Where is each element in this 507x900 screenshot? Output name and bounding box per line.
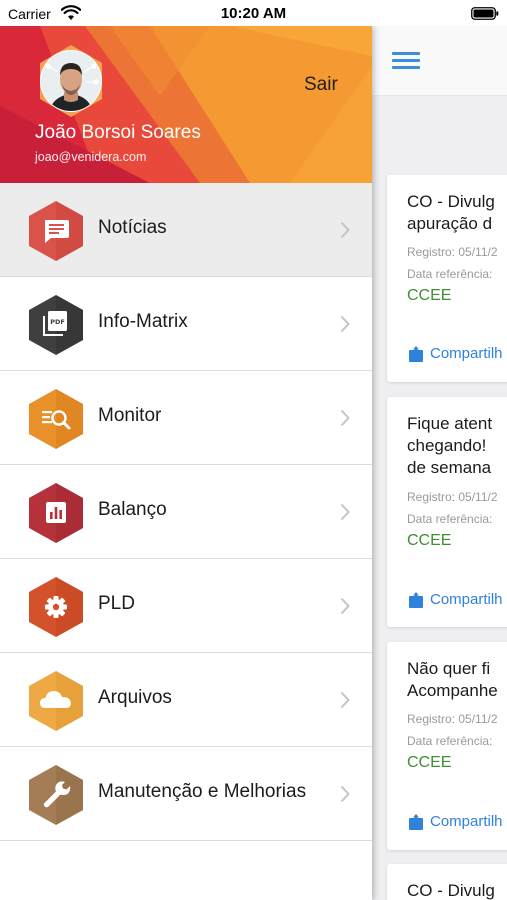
news-feed-panel: CO - Divulg apuração d Registro: 05/11/2… (372, 26, 507, 900)
chevron-right-icon (340, 315, 350, 333)
avatar (40, 45, 102, 117)
logout-button[interactable]: Sair (304, 74, 338, 96)
chevron-right-icon (340, 409, 350, 427)
drawer-menu: Notícias PDF Info-Matrix Monitor Balanço… (0, 183, 372, 841)
news-card-source: CCEE (407, 754, 452, 771)
news-card-registro: Registro: 05/11/2 (407, 712, 498, 726)
chevron-right-icon (340, 221, 350, 239)
svg-text:PDF: PDF (50, 318, 65, 326)
news-card-registro: Registro: 05/11/2 (407, 245, 498, 259)
menu-item-label: Arquivos (98, 687, 172, 708)
news-card-title: Fique atent chegando! de semana (407, 414, 493, 477)
menu-item-noticias[interactable]: Notícias (0, 183, 372, 277)
wrench-icon (29, 765, 83, 825)
chevron-right-icon (340, 597, 350, 615)
status-bar: Carrier 10:20 AM (0, 0, 507, 26)
menu-item-label: Info-Matrix (98, 311, 188, 332)
chevron-right-icon (340, 691, 350, 709)
user-email: joao@venidera.com (35, 150, 147, 164)
news-card-source: CCEE (407, 287, 452, 304)
menu-item-label: Monitor (98, 405, 162, 426)
user-name: João Borsoi Soares (35, 122, 201, 143)
news-card-title: Não quer fi Acompanhe (407, 659, 498, 700)
news-card-title: CO - Divulg (407, 881, 495, 900)
news-card[interactable]: CO - Divulg apuração d Registro: 05/11/2… (387, 175, 507, 382)
news-card-title: CO - Divulg apuração d (407, 192, 495, 233)
chevron-right-icon (340, 785, 350, 803)
news-card-data-ref: Data referência: (407, 734, 493, 748)
menu-item-label: Notícias (98, 217, 167, 238)
menu-item-label: PLD (98, 593, 135, 614)
chevron-right-icon (340, 503, 350, 521)
news-card-source: CCEE (407, 532, 452, 549)
menu-item-arquivos[interactable]: Arquivos (0, 653, 372, 747)
share-icon (409, 346, 423, 362)
news-icon (29, 201, 83, 261)
menu-item-pld[interactable]: PLD (0, 559, 372, 653)
news-card-registro: Registro: 05/11/2 (407, 490, 498, 504)
status-time: 10:20 AM (220, 5, 287, 22)
menu-item-label: Balanço (98, 499, 167, 520)
news-card[interactable]: CO - Divulg (387, 864, 507, 900)
monitor-search-icon (29, 389, 83, 449)
battery-icon (471, 7, 499, 20)
menu-item-balanco[interactable]: Balanço (0, 465, 372, 559)
menu-item-monitor[interactable]: Monitor (0, 371, 372, 465)
news-card-data-ref: Data referência: (407, 512, 493, 526)
share-icon (409, 592, 423, 608)
menu-item-manutencao[interactable]: Manutenção e Melhorias (0, 747, 372, 841)
news-card-data-ref: Data referência: (407, 267, 493, 281)
nav-bar (372, 26, 507, 96)
menu-item-label: Manutenção e Melhorias (98, 781, 307, 802)
menu-item-info-matrix[interactable]: PDF Info-Matrix (0, 277, 372, 371)
news-card[interactable]: Fique atent chegando! de semana Registro… (387, 397, 507, 627)
pdf-icon: PDF (29, 295, 83, 355)
drawer-header: Sair João Borsoi Soares joao@venidera.co… (0, 26, 372, 183)
share-icon (409, 814, 423, 830)
cloud-icon (29, 671, 83, 731)
bar-chart-icon (29, 483, 83, 543)
hamburger-icon[interactable] (392, 52, 420, 70)
navigation-drawer: Sair João Borsoi Soares joao@venidera.co… (0, 26, 372, 900)
news-card[interactable]: Não quer fi Acompanhe Registro: 05/11/2 … (387, 642, 507, 850)
gear-icon (29, 577, 83, 637)
